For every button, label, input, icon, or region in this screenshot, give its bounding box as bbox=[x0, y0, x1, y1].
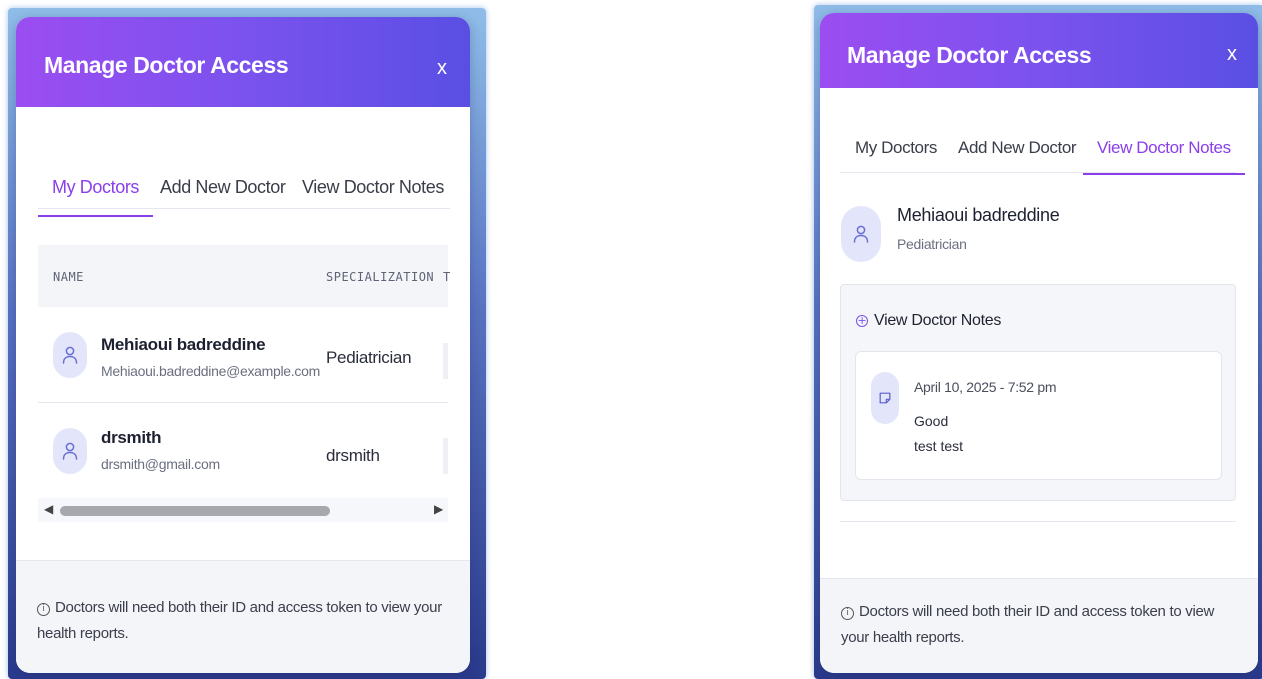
doctor-name: Mehiaoui badreddine bbox=[897, 205, 1060, 225]
doctor-specialization: drsmith bbox=[326, 446, 380, 465]
close-icon[interactable]: x bbox=[1227, 43, 1237, 66]
note-card: April 10, 2025 - 7:52 pm Good test test bbox=[855, 351, 1222, 480]
user-icon bbox=[53, 428, 87, 474]
modal-header: Manage Doctor Access x bbox=[820, 13, 1258, 88]
doctor-name: Mehiaoui badreddine bbox=[101, 335, 266, 354]
doctor-specialization: Pediatrician bbox=[897, 236, 967, 252]
table-row[interactable]: drsmith drsmith@gmail.com drsmith bbox=[38, 403, 448, 498]
tab-bar: My Doctors Add New Doctor View Doctor No… bbox=[37, 169, 450, 217]
tab-my-doctors[interactable]: My Doctors bbox=[855, 138, 937, 174]
doctor-profile: Mehiaoui badreddine Pediatrician bbox=[841, 202, 1241, 266]
column-header-specialization: SPECIALIZATION bbox=[326, 270, 435, 284]
notes-panel: + View Doctor Notes April 10, 2025 - 7:52… bbox=[840, 284, 1236, 501]
table-header: NAME SPECIALIZATION T bbox=[38, 245, 451, 307]
info-icon: i bbox=[37, 603, 50, 616]
info-icon: i bbox=[841, 607, 854, 620]
footer-note: Doctors will need both their ID and acce… bbox=[841, 603, 1215, 646]
column-header-name: NAME bbox=[53, 270, 84, 284]
manage-doctor-modal-notes: Manage Doctor Access x My Doctors Add Ne… bbox=[820, 13, 1258, 673]
doctor-email: Mehiaoui.badreddine@example.com bbox=[101, 363, 320, 379]
close-icon[interactable]: x bbox=[437, 57, 447, 80]
user-icon bbox=[841, 206, 881, 262]
view-notes-toggle[interactable]: + View Doctor Notes bbox=[856, 312, 1001, 330]
modal-footer: i Doctors will need both their ID and acc… bbox=[820, 578, 1258, 673]
doctor-specialization: Pediatrician bbox=[326, 348, 412, 367]
tab-bar: My Doctors Add New Doctor View Doctor No… bbox=[840, 136, 1245, 175]
tab-view-doctor-notes[interactable]: View Doctor Notes bbox=[1083, 138, 1245, 175]
tab-add-new-doctor[interactable]: Add New Doctor bbox=[160, 177, 286, 216]
table-row[interactable]: Mehiaoui badreddine Mehiaoui.badreddine@… bbox=[38, 307, 448, 403]
user-icon bbox=[53, 332, 87, 378]
doctor-email: drsmith@gmail.com bbox=[101, 456, 220, 472]
modal-footer: i Doctors will need both their ID and acc… bbox=[16, 560, 470, 673]
tab-add-new-doctor[interactable]: Add New Doctor bbox=[958, 138, 1077, 174]
divider bbox=[840, 521, 1236, 522]
manage-doctor-modal-my-doctors: Manage Doctor Access x My Doctors Add Ne… bbox=[16, 17, 470, 673]
modal-title: Manage Doctor Access bbox=[44, 52, 289, 78]
scroll-thumb[interactable] bbox=[60, 506, 330, 516]
scroll-left-icon[interactable]: ◀ bbox=[44, 502, 53, 516]
tab-my-doctors[interactable]: My Doctors bbox=[37, 177, 154, 217]
footer-note: Doctors will need both their ID and acce… bbox=[37, 599, 442, 642]
modal-header: Manage Doctor Access x bbox=[16, 17, 470, 107]
truncated-cell bbox=[443, 343, 448, 379]
note-timestamp: April 10, 2025 - 7:52 pm bbox=[914, 379, 1057, 395]
view-notes-label: View Doctor Notes bbox=[874, 312, 1002, 329]
doctors-table: NAME SPECIALIZATION T Mehiaoui badreddin… bbox=[38, 245, 451, 522]
tab-view-doctor-notes[interactable]: View Doctor Notes bbox=[302, 177, 444, 216]
sticky-note-icon bbox=[871, 372, 899, 424]
modal-title: Manage Doctor Access bbox=[847, 42, 1092, 68]
horizontal-scrollbar[interactable]: ◀ ▶ bbox=[38, 498, 448, 522]
truncated-cell bbox=[443, 438, 448, 474]
scroll-right-icon[interactable]: ▶ bbox=[434, 502, 443, 516]
plus-circle-icon: + bbox=[856, 314, 868, 327]
note-text-line: Good bbox=[914, 413, 949, 429]
note-text-line: test test bbox=[914, 438, 964, 454]
column-header-truncated: T bbox=[443, 270, 451, 284]
doctor-name: drsmith bbox=[101, 428, 162, 447]
